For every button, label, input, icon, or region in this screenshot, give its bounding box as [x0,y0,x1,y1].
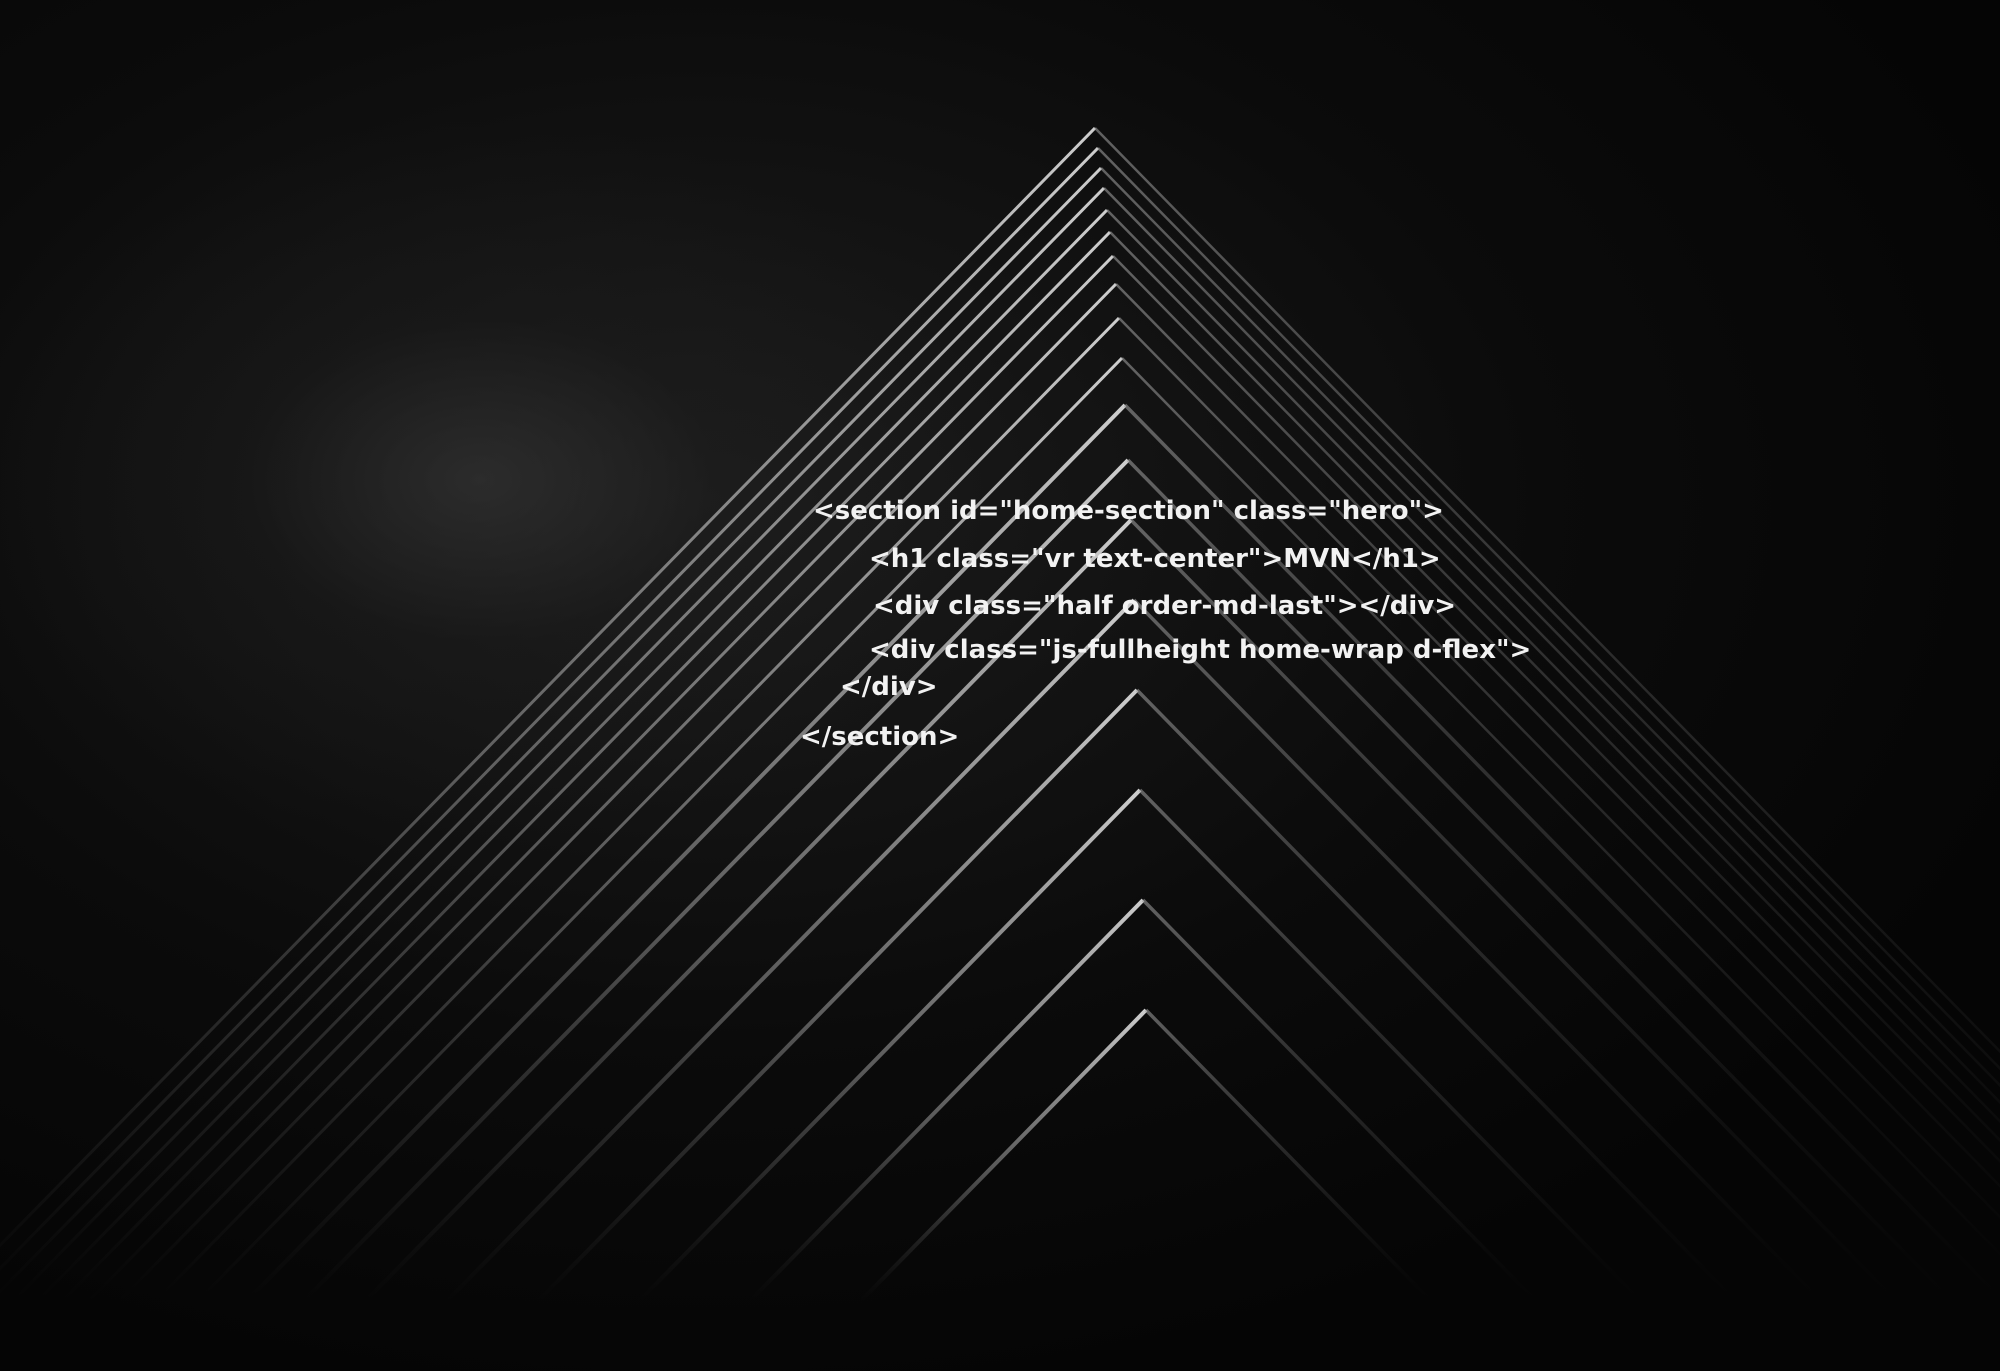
code-line-div-half: <div class="half order-md-last"></div> [873,591,1457,621]
code-line-div-close: </div> [840,672,938,702]
code-snippet-overlay: <section id="home-section" class="hero">… [0,0,2000,1371]
code-line-section-open: <section id="home-section" class="hero"> [813,496,1444,526]
background-photo: <section id="home-section" class="hero">… [0,0,2000,1371]
code-line-h1: <h1 class="vr text-center">MVN</h1> [869,544,1441,574]
code-line-div-fullheight: <div class="js-fullheight home-wrap d-fl… [869,635,1532,665]
code-line-section-close: </section> [800,722,960,752]
